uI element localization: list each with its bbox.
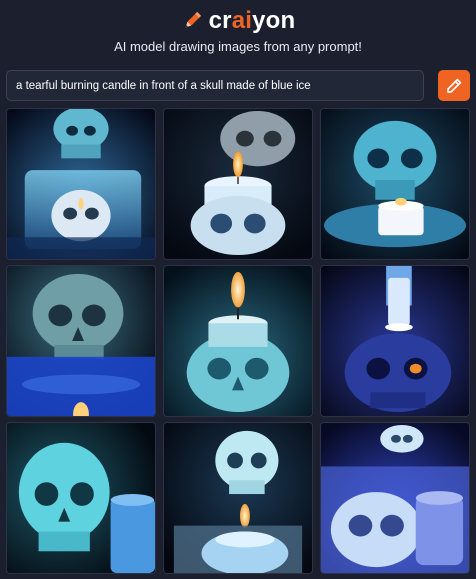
generated-image[interactable] — [163, 108, 313, 260]
craiyon-logo[interactable]: craiyon — [0, 6, 476, 36]
generated-image[interactable] — [163, 265, 313, 417]
skull-candle-image — [7, 423, 155, 573]
logo-prefix: cr — [208, 7, 232, 34]
skull-candle-image — [7, 266, 155, 416]
generated-image[interactable] — [320, 108, 470, 260]
generated-image[interactable] — [163, 422, 313, 574]
generated-image[interactable] — [320, 265, 470, 417]
prompt-input[interactable] — [6, 70, 424, 101]
results-grid — [6, 108, 470, 578]
generated-image[interactable] — [6, 422, 156, 574]
skull-candle-image — [321, 423, 469, 573]
generated-image[interactable] — [6, 265, 156, 417]
draw-button[interactable] — [438, 70, 470, 101]
pencil-icon — [447, 78, 462, 93]
logo-text: craiyon — [209, 6, 296, 36]
logo-suffix: yon — [252, 7, 296, 34]
logo-accent: ai — [231, 7, 253, 34]
tagline: AI model drawing images from any prompt! — [114, 39, 362, 54]
generated-image[interactable] — [6, 108, 156, 260]
skull-candle-image — [321, 109, 469, 259]
skull-candle-image — [321, 266, 469, 416]
skull-candle-image — [164, 423, 312, 573]
skull-candle-image — [164, 266, 312, 416]
generated-image[interactable] — [320, 422, 470, 574]
skull-candle-image — [164, 109, 312, 259]
skull-candle-image — [7, 109, 155, 259]
pencil-logo-icon — [185, 11, 201, 28]
